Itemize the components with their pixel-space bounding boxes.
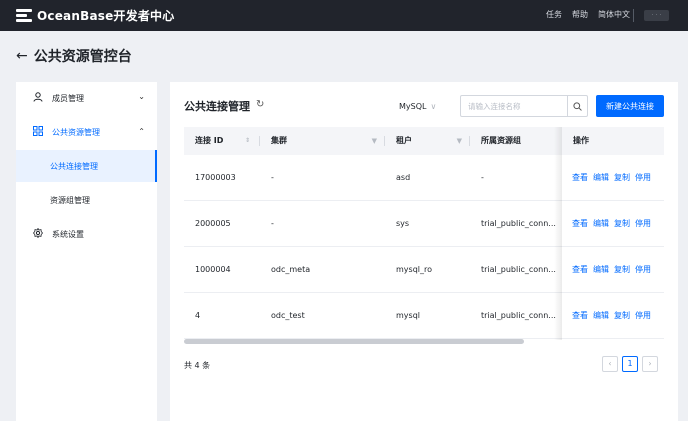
nav-help[interactable]: 帮助: [572, 9, 588, 20]
total-count: 共 4 条: [184, 361, 211, 370]
user-icon: [32, 91, 44, 105]
edit-link[interactable]: 编辑: [593, 311, 609, 320]
cell-resource-group: trial_public_conn...: [481, 311, 556, 320]
horizontal-scrollbar[interactable]: [184, 339, 524, 344]
sidebar-item-members[interactable]: 成员管理 ⌄: [16, 82, 157, 114]
row-actions: 查看 编辑 复制 停用: [562, 293, 656, 339]
section-title: 公共连接管理: [184, 100, 250, 113]
sidebar-item-label: 公共资源管理: [52, 127, 100, 137]
sidebar-subitem-public-connections[interactable]: 公共连接管理: [16, 150, 157, 182]
cell-resource-group: trial_public_conn...: [481, 219, 556, 228]
user-menu-badge[interactable]: · · ·: [644, 10, 669, 21]
sidebar-item-public-resources[interactable]: 公共资源管理 ⌃: [16, 116, 157, 148]
cell-cluster: odc_meta: [271, 265, 311, 274]
db-type-value: MySQL: [399, 101, 427, 111]
chevron-up-icon: ⌃: [138, 127, 145, 136]
disable-link[interactable]: 停用: [635, 173, 651, 182]
chevron-down-icon: ∨: [430, 101, 437, 111]
page-title: 公共资源管控台: [33, 49, 132, 65]
sidebar: 成员管理 ⌄ 公共资源管理 ⌃ 公共连接管理 资源组管理 系统设置: [16, 82, 157, 421]
view-link[interactable]: 查看: [572, 173, 588, 182]
table-row: 2000005 - sys trial_public_conn... 查看 编辑 复制 停用: [184, 201, 664, 247]
sort-icon[interactable]: ⇕: [245, 127, 250, 155]
cell-resource-group: trial_public_conn...: [481, 265, 556, 274]
copy-link[interactable]: 复制: [614, 311, 630, 320]
disable-link[interactable]: 停用: [635, 311, 651, 320]
view-link[interactable]: 查看: [572, 219, 588, 228]
search-icon[interactable]: [567, 96, 587, 116]
new-public-connection-button[interactable]: 新建公共连接: [596, 95, 664, 117]
cell-tenant: asd: [396, 173, 411, 182]
column-header-cluster[interactable]: 集群 ▼: [260, 127, 385, 155]
chevron-down-icon: ⌄: [138, 92, 145, 101]
sidebar-subitem-resource-groups[interactable]: 资源组管理: [16, 184, 157, 216]
filter-icon[interactable]: ▼: [372, 127, 377, 155]
table-header: 连接 ID ⇕ 集群 ▼ 租户 ▼ 所属资源组 操作: [184, 127, 664, 155]
table-row: 17000003 - asd - 查看 编辑 复制 停用: [184, 155, 664, 201]
search-input[interactable]: [461, 96, 567, 116]
cell-connection-id: 17000003: [195, 173, 236, 182]
page-header: ← 公共资源管控台: [16, 46, 132, 66]
top-navbar: OceanBase开发者中心 任务 帮助 简体中文 · · ·: [0, 0, 688, 31]
view-link[interactable]: 查看: [572, 311, 588, 320]
column-header-actions: 操作: [573, 136, 589, 145]
cell-connection-id: 1000004: [195, 265, 231, 274]
copy-link[interactable]: 复制: [614, 173, 630, 182]
main-panel: 公共连接管理 ↻ MySQL ∨ 新建公共连接 连接 ID ⇕ 集群 ▼ 租户 …: [170, 82, 678, 421]
disable-link[interactable]: 停用: [635, 265, 651, 274]
row-actions: 查看 编辑 复制 停用: [562, 155, 656, 201]
cell-connection-id: 4: [195, 311, 201, 320]
copy-link[interactable]: 复制: [614, 265, 630, 274]
table-row: 1000004 odc_meta mysql_ro trial_public_conn…: [184, 247, 664, 293]
refresh-icon[interactable]: ↻: [256, 99, 264, 110]
grid-icon: [32, 125, 44, 139]
sidebar-item-system-settings[interactable]: 系统设置: [16, 218, 157, 250]
fixed-column-shadow: [554, 127, 562, 340]
page-number-button[interactable]: 1: [622, 356, 638, 372]
cell-tenant: sys: [396, 219, 410, 228]
column-header-tenant[interactable]: 租户 ▼: [385, 127, 470, 155]
sidebar-item-label: 资源组管理: [50, 195, 90, 205]
filter-icon[interactable]: ▼: [457, 127, 462, 155]
nav-language[interactable]: 简体中文: [598, 9, 630, 20]
edit-link[interactable]: 编辑: [593, 265, 609, 274]
row-actions: 查看 编辑 复制 停用: [562, 247, 656, 293]
search-box: [460, 95, 588, 117]
sidebar-item-label: 公共连接管理: [50, 161, 98, 171]
cell-resource-group: -: [481, 173, 484, 182]
cell-cluster: -: [271, 219, 274, 228]
sidebar-item-label: 系统设置: [52, 229, 84, 239]
copy-link[interactable]: 复制: [614, 219, 630, 228]
row-actions: 查看 编辑 复制 停用: [562, 201, 656, 247]
cell-cluster: odc_test: [271, 311, 305, 320]
oceanbase-logo-icon: [16, 8, 32, 24]
edit-link[interactable]: 编辑: [593, 173, 609, 182]
cell-tenant: mysql_ro: [396, 265, 433, 274]
gear-icon: [32, 227, 44, 241]
sidebar-item-label: 成员管理: [52, 93, 84, 103]
pagination: ‹ 1 ›: [602, 356, 658, 372]
nav-divider: [633, 9, 634, 22]
column-header-id[interactable]: 连接 ID ⇕: [184, 127, 260, 155]
db-type-select[interactable]: MySQL ∨: [399, 96, 436, 116]
cell-tenant: mysql: [396, 311, 420, 320]
top-nav: 任务 帮助 简体中文: [546, 9, 630, 20]
edit-link[interactable]: 编辑: [593, 219, 609, 228]
back-arrow-icon[interactable]: ←: [16, 49, 28, 63]
cell-cluster: -: [271, 173, 274, 182]
cell-connection-id: 2000005: [195, 219, 231, 228]
next-page-button[interactable]: ›: [642, 356, 658, 372]
prev-page-button[interactable]: ‹: [602, 356, 618, 372]
disable-link[interactable]: 停用: [635, 219, 651, 228]
nav-tasks[interactable]: 任务: [546, 9, 562, 20]
view-link[interactable]: 查看: [572, 265, 588, 274]
brand-name[interactable]: OceanBase开发者中心: [37, 7, 174, 24]
table-row: 4 odc_test mysql trial_public_conn... 查看 编辑 复制…: [184, 293, 664, 339]
column-header-resource-group: 所属资源组: [481, 136, 521, 145]
